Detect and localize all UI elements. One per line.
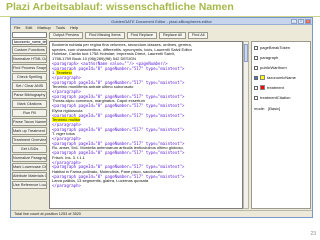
color-swatch[interactable] xyxy=(260,85,265,90)
set-clear-ansi-button[interactable]: Set / Clear ANSI xyxy=(12,82,47,90)
mode-value[interactable]: [Basic] xyxy=(268,105,280,112)
mark-lowercase-citations-button[interactable]: Mark Lowercase Citations xyxy=(12,163,47,171)
config-select[interactable]: taxonomic_name_test.cfg xyxy=(12,39,47,45)
editor-scrollbar[interactable] xyxy=(243,41,249,209)
window-controls: _ □ × xyxy=(291,19,311,24)
run-fill-button[interactable]: Run Fill xyxy=(12,109,47,117)
annotation-type-label: treatmentCitation xyxy=(260,95,291,100)
editor-line: </paragraph> xyxy=(52,183,240,189)
minimize-icon[interactable]: _ xyxy=(291,19,297,24)
use-reference-locations-button[interactable]: Use Reference Locations xyxy=(12,181,47,189)
menu-item-markup[interactable]: Markup xyxy=(37,25,50,31)
get-lsids-button[interactable]: Get LSIDs xyxy=(12,145,47,153)
menu-item-tools[interactable]: Tools xyxy=(56,25,65,31)
custom-functions-button[interactable]: Custom Functions xyxy=(12,46,47,54)
app-window: GoldenGATE Document Editor - plazi-sBios… xyxy=(10,17,313,218)
status-bar: Total line count at position 1253 of 352… xyxy=(11,210,312,217)
document-editor[interactable]: Bookeria nubiata per regina fina veluvne… xyxy=(49,41,243,209)
annotation-type-pagebreaktoken[interactable]: pageBreakToken xyxy=(254,44,308,51)
annotation-checkbox[interactable] xyxy=(254,65,258,70)
close-icon[interactable]: × xyxy=(305,19,311,24)
annotation-type-paragraph[interactable]: paragraph xyxy=(254,54,308,61)
replace-all-button[interactable]: Replace All xyxy=(159,32,186,39)
output-preview-button[interactable]: Output Preview xyxy=(49,32,83,39)
parse-bibliography-button[interactable]: Parse Bibliography xyxy=(12,91,47,99)
annotation-type-treatment[interactable]: treatment xyxy=(254,84,308,91)
mode-label: mode: xyxy=(254,106,266,111)
mark-citations-button[interactable]: Mark Citations xyxy=(12,100,47,108)
normalize-paragraph-button[interactable]: Normalize Paragraph xyxy=(12,154,47,162)
annotation-type-label: pageBreakToken xyxy=(260,45,291,50)
find-replace-button[interactable]: Find Replace xyxy=(126,32,157,39)
attribute-materials-citations-button[interactable]: Attribute Materials Citations xyxy=(12,172,47,180)
annotation-checkbox[interactable] xyxy=(254,75,258,80)
menu-item-help[interactable]: Help xyxy=(70,25,78,31)
config-box-empty[interactable] xyxy=(12,32,47,38)
annotation-type-taxonomicname[interactable]: taxonomicName xyxy=(254,74,308,81)
editor-line-text: </paragraph> xyxy=(52,183,81,189)
annotation-checkbox[interactable] xyxy=(254,85,258,90)
window-title: GoldenGATE Document Editor - plazi-sBios… xyxy=(111,19,212,24)
menu-bar: File Edit Markup Tools Help xyxy=(11,25,312,31)
window-titlebar: GoldenGATE Document Editor - plazi-sBios… xyxy=(11,18,312,25)
annotation-type-treatmentcitation[interactable]: treatmentCitation xyxy=(254,94,308,101)
annotation-types-panel: pageBreakToken paragraph publicWarthorn tax… xyxy=(251,41,311,209)
maximize-icon[interactable]: □ xyxy=(298,19,304,24)
color-swatch[interactable] xyxy=(260,75,265,80)
main-toolbar: Output Preview Find Missing Items Find Rep… xyxy=(49,32,311,40)
mark-up-treatment-sections-button[interactable]: Mark up Treatment Sections xyxy=(12,127,47,135)
annotation-type-label: treatment xyxy=(267,85,284,90)
slide-title: Plazi Arbeitsablauf: wissenschaftliche N… xyxy=(6,1,234,13)
check-spelling-button[interactable]: Check Spelling xyxy=(12,73,47,81)
find-missing-items-button[interactable]: Find Missing Items xyxy=(84,32,125,39)
parse-taxon-names-button[interactable]: Parse Taxon Names xyxy=(12,118,47,126)
mode-row: mode: [Basic] xyxy=(254,105,308,112)
menu-item-file[interactable]: File xyxy=(14,25,20,31)
treatment-overview-button[interactable]: Treatment Overview xyxy=(12,136,47,144)
annotation-checkbox[interactable] xyxy=(254,55,258,60)
annotation-type-label: taxonomicName xyxy=(267,75,296,80)
find-all-button[interactable]: Find All xyxy=(188,32,209,39)
annotation-checkbox[interactable] xyxy=(254,95,258,100)
annotation-type-label: paragraph xyxy=(260,55,279,60)
menu-item-edit[interactable]: Edit xyxy=(25,25,32,31)
slide-page-number: 23 xyxy=(310,231,316,237)
scrollbar-thumb[interactable] xyxy=(244,44,248,62)
left-function-panel: taxonomic_name_test.cfg Custom Functions… xyxy=(12,32,48,209)
normalize-html-document-button[interactable]: Normalize HTML Document xyxy=(12,55,47,63)
annotation-type-label: publicWarthorn xyxy=(260,65,287,70)
annotation-checkbox[interactable] xyxy=(254,45,258,50)
find-process-snapshot-button[interactable]: Find Process Snapshot xyxy=(12,64,47,72)
annotation-type-publicwarthorn[interactable]: publicWarthorn xyxy=(254,64,308,71)
